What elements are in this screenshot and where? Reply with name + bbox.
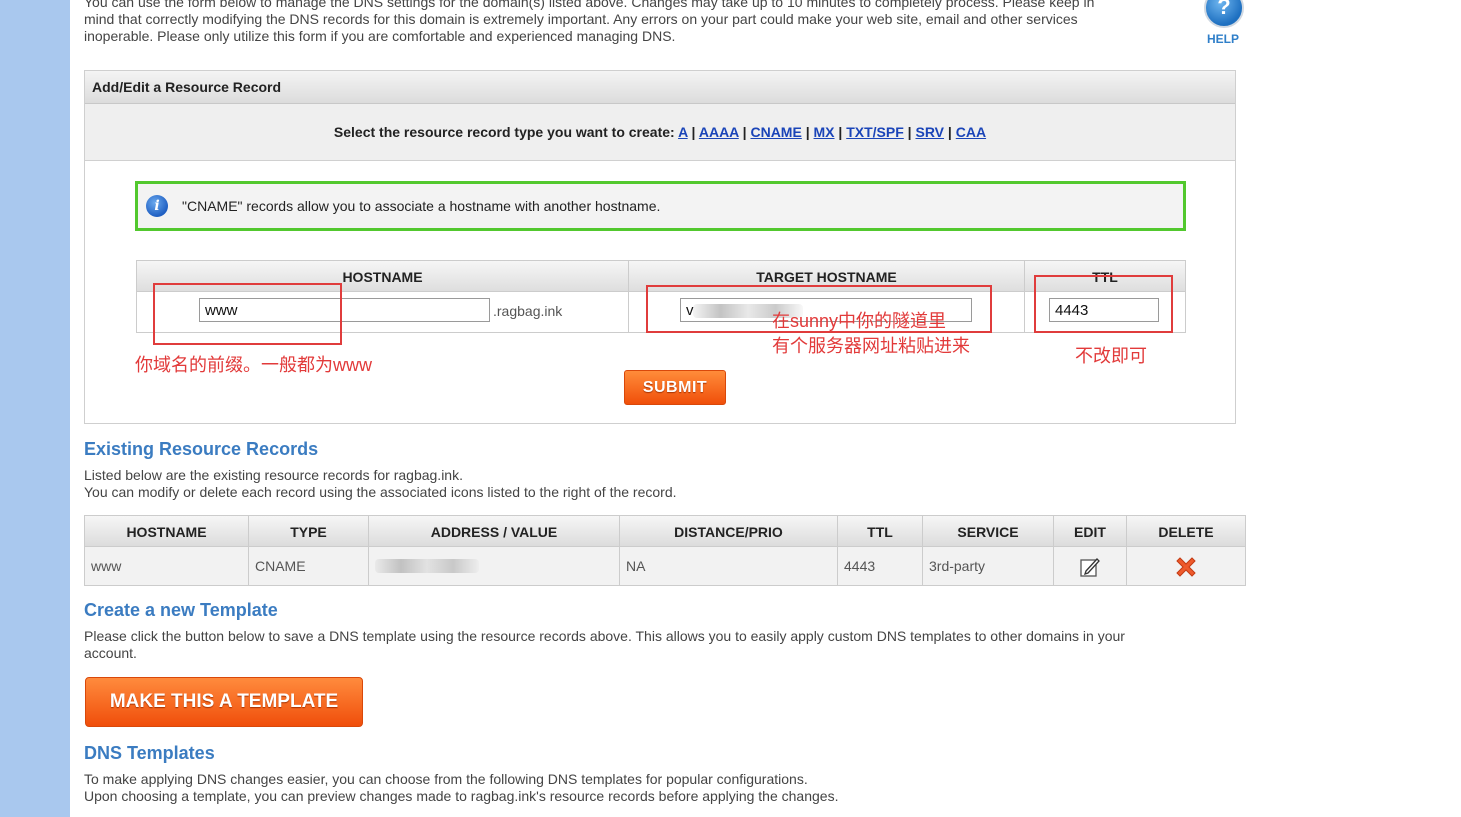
desc-line: You can modify or delete each record usi… [84, 484, 677, 500]
annotation-target-note: 有个服务器网址粘贴进来 [772, 336, 970, 356]
col-header-delete: DELETE [1127, 516, 1245, 547]
type-link-a[interactable]: A [678, 124, 688, 140]
col-header-service: SERVICE [923, 516, 1054, 547]
select-prompt: Select the resource record type you want… [333, 124, 675, 140]
cname-info-box: i "CNAME" records allow you to associate… [135, 181, 1186, 231]
panel-header: Add/Edit a Resource Record [85, 71, 1235, 104]
col-header-distance: DISTANCE/PRIO [620, 516, 838, 547]
existing-records-table: HOSTNAME TYPE ADDRESS / VALUE DISTANCE/P… [84, 515, 1246, 586]
record-hostname: www [85, 547, 249, 585]
info-text: "CNAME" records allow you to associate a… [182, 198, 661, 214]
help-button[interactable]: ? HELP [1204, 0, 1244, 46]
desc-line: Please click the button below to save a … [84, 628, 1125, 644]
type-link-mx[interactable]: MX [814, 124, 835, 140]
annotation-target-note: 在sunny中你的隧道里 [772, 311, 947, 331]
annotation-hostname-note: 你域名的前缀。一般都为www [135, 355, 372, 375]
desc-line: Upon choosing a template, you can previe… [84, 788, 839, 804]
create-template-desc: Please click the button below to save a … [84, 628, 1224, 662]
create-template-heading: Create a new Template [84, 600, 278, 620]
hostname-suffix: .ragbag.ink [493, 303, 563, 319]
annotation-box-hostname [153, 283, 342, 345]
help-label: HELP [1206, 32, 1239, 46]
col-header-type: TYPE [249, 516, 369, 547]
record-type-selector: Select the resource record type you want… [85, 104, 1235, 161]
submit-button[interactable]: SUBMIT [624, 370, 726, 405]
record-type: CNAME [249, 547, 369, 585]
col-header-hostname: HOSTNAME [85, 516, 249, 547]
delete-x-icon [1176, 557, 1196, 578]
col-header-ttl: TTL [838, 516, 923, 547]
dns-templates-heading: DNS Templates [84, 743, 215, 763]
existing-records-desc: Listed below are the existing resource r… [84, 467, 677, 501]
delete-record-button[interactable] [1127, 547, 1245, 585]
edit-icon [1080, 558, 1100, 577]
desc-line: Listed below are the existing resource r… [84, 467, 463, 483]
intro-line: mind that correctly modifying the DNS re… [84, 11, 1078, 27]
col-header-address: ADDRESS / VALUE [369, 516, 620, 547]
record-ttl: 4443 [838, 547, 923, 585]
type-link-txt-spf[interactable]: TXT/SPF [846, 124, 904, 140]
record-distance: NA [620, 547, 838, 585]
type-link-cname[interactable]: CNAME [750, 124, 801, 140]
type-link-srv[interactable]: SRV [915, 124, 944, 140]
annotation-ttl-note: 不改即可 [1075, 346, 1147, 366]
intro-text: You can use the form below to manage the… [84, 0, 1184, 45]
make-template-button[interactable]: MAKE THIS A TEMPLATE [85, 677, 363, 727]
info-icon: i [146, 195, 168, 217]
panel-title: Add/Edit a Resource Record [92, 79, 282, 95]
dns-templates-desc: To make applying DNS changes easier, you… [84, 771, 838, 805]
type-link-aaaa[interactable]: AAAA [699, 124, 739, 140]
record-service: 3rd-party [923, 547, 1054, 585]
type-link-caa[interactable]: CAA [956, 124, 986, 140]
col-header-edit: EDIT [1054, 516, 1127, 547]
desc-line: account. [84, 645, 137, 661]
intro-line: You can use the form below to manage the… [84, 0, 1095, 10]
page: You can use the form below to manage the… [70, 0, 1461, 817]
record-address [369, 547, 620, 585]
existing-records-heading: Existing Resource Records [84, 439, 319, 459]
desc-line: To make applying DNS changes easier, you… [84, 771, 808, 787]
annotation-box-ttl [1034, 275, 1173, 333]
edit-record-button[interactable] [1054, 547, 1127, 585]
intro-line: inoperable. Please only utilize this for… [84, 28, 676, 44]
question-icon: ? [1204, 0, 1244, 28]
redacted-value [375, 559, 479, 573]
